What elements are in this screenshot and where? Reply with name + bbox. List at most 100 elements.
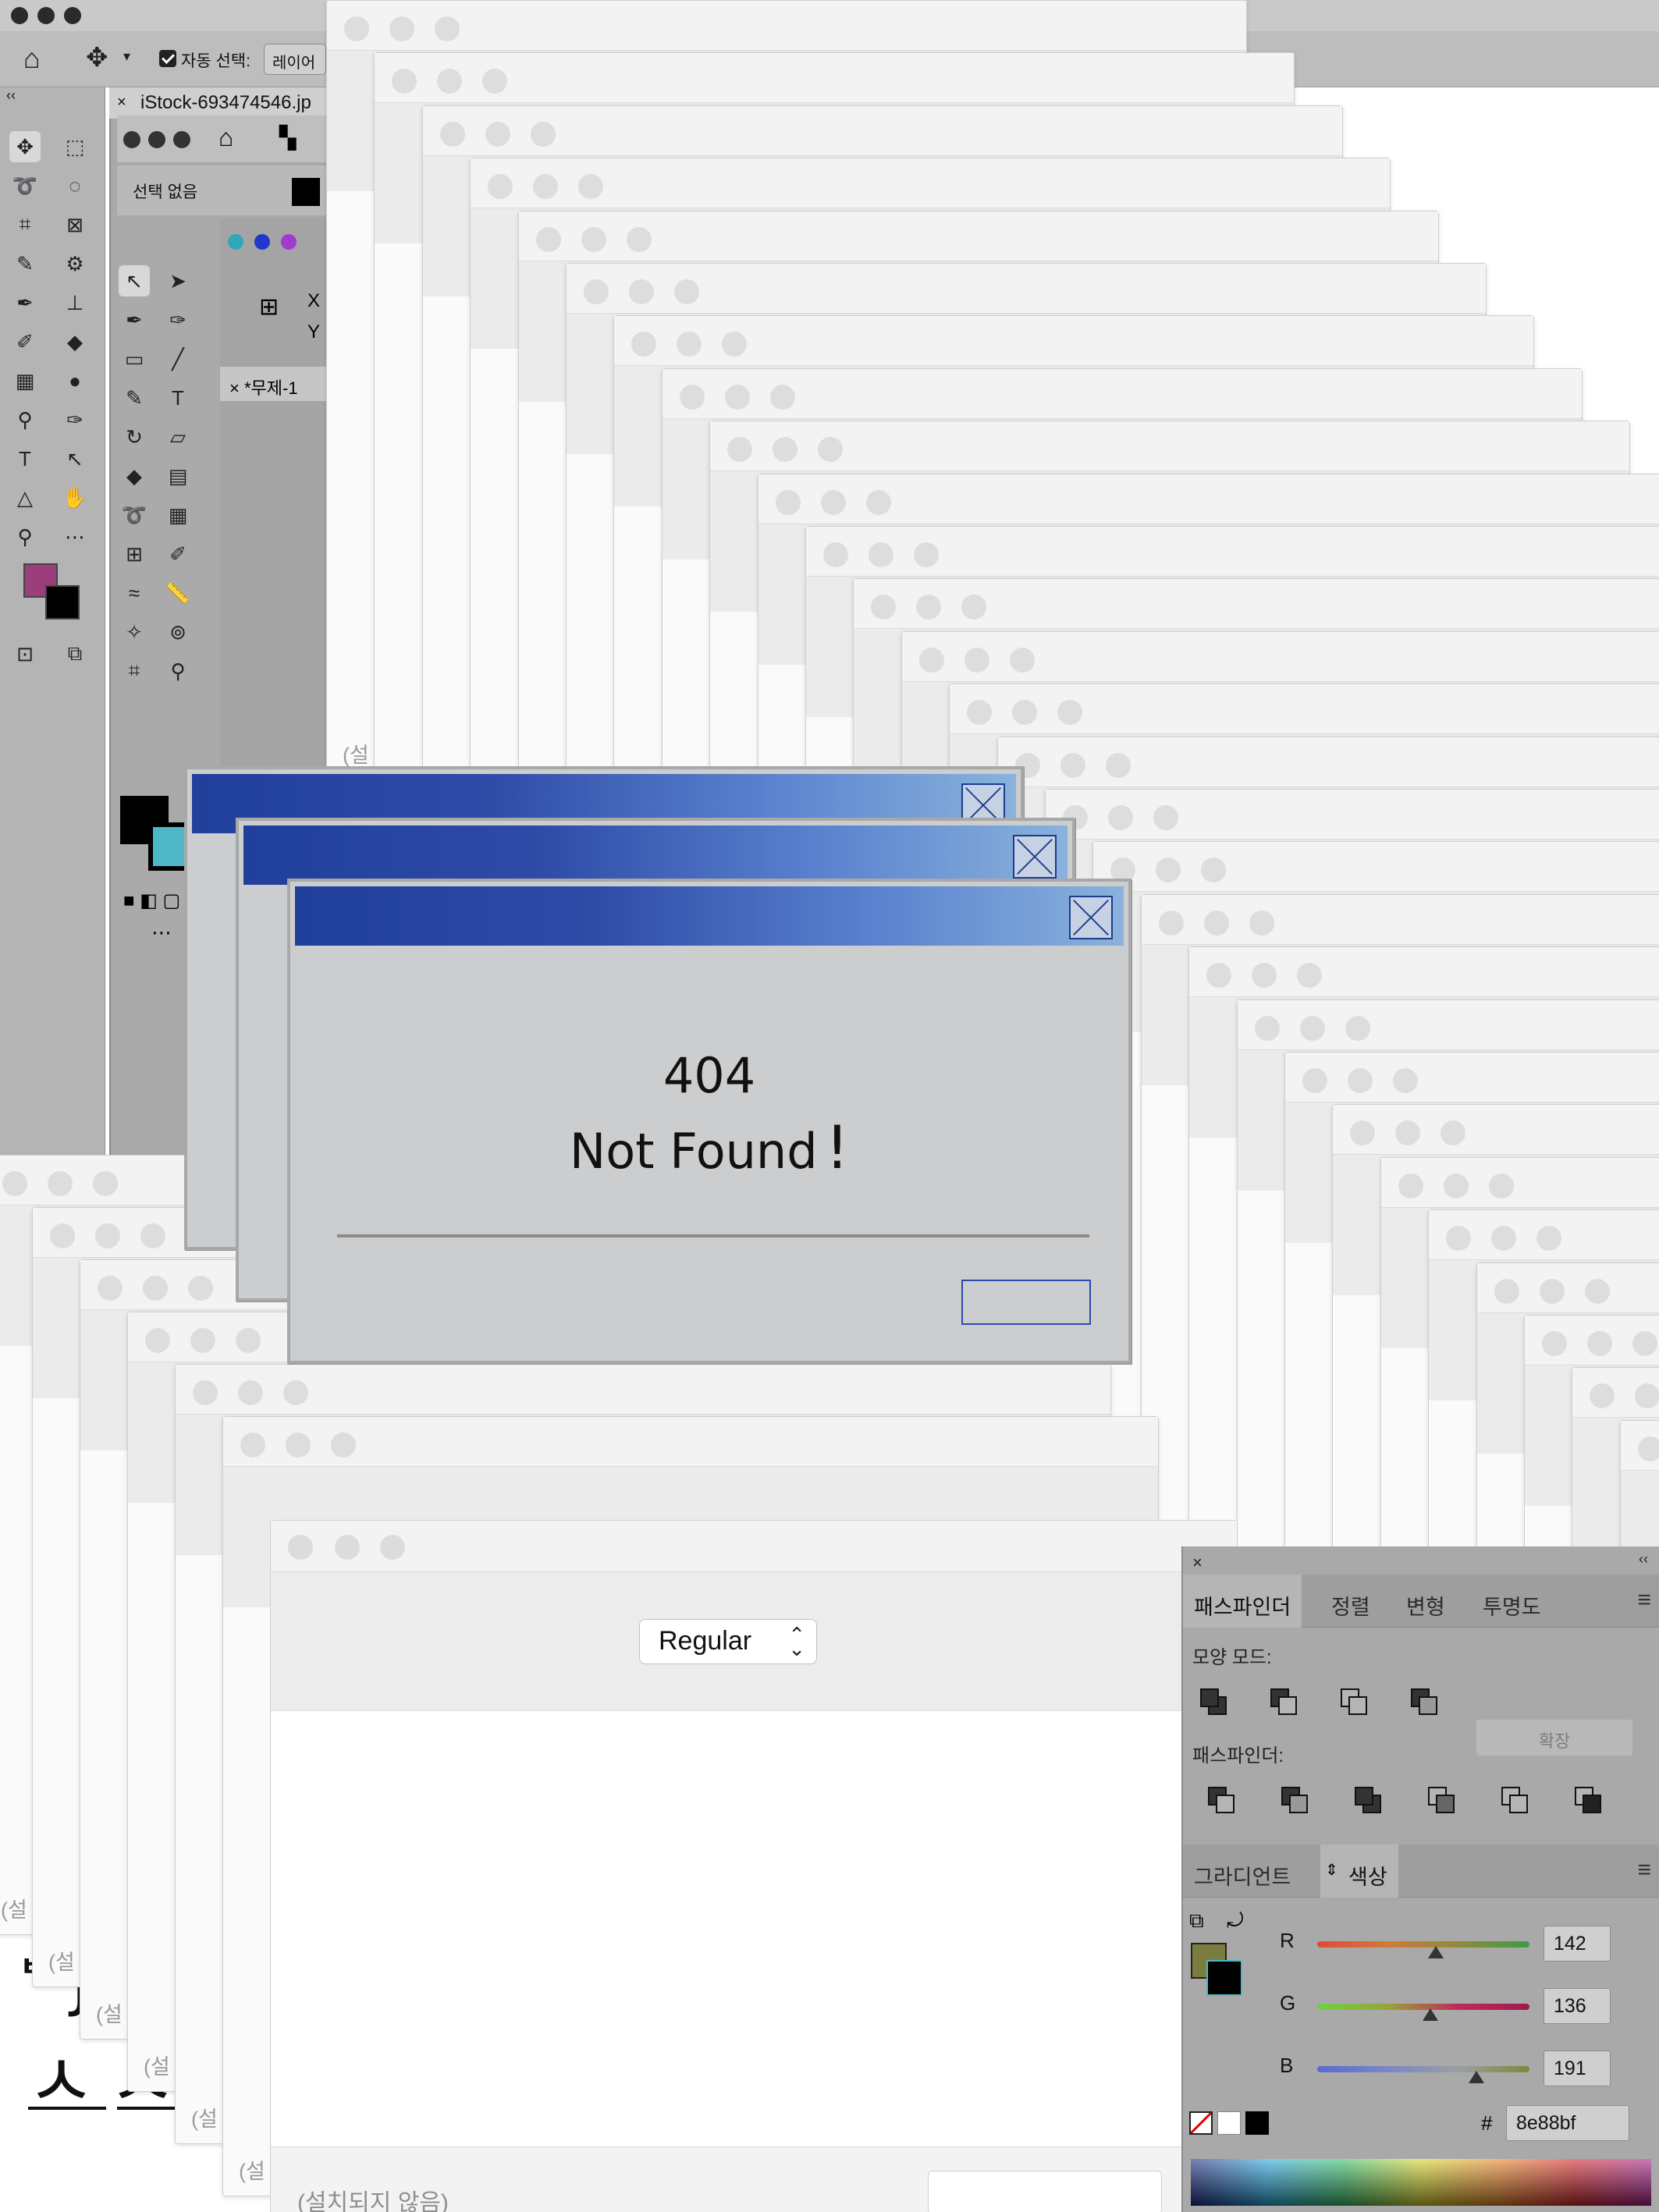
more-tools-icon[interactable]: ⋯ xyxy=(59,521,91,552)
zoom-button[interactable] xyxy=(283,1380,308,1405)
minimize-button[interactable] xyxy=(820,489,846,515)
zoom-button[interactable] xyxy=(530,121,556,147)
more-tools-icon[interactable]: ⋯ xyxy=(151,921,172,945)
close-icon[interactable]: × xyxy=(117,94,126,112)
zoom-button[interactable] xyxy=(865,489,891,515)
quick-select-icon[interactable]: ◌ xyxy=(59,170,91,201)
minimize-button[interactable] xyxy=(143,1276,168,1301)
zoom-button[interactable] xyxy=(1057,700,1083,726)
minimize-button[interactable] xyxy=(916,595,942,620)
minimize-button[interactable] xyxy=(238,1380,263,1405)
zoom-button[interactable] xyxy=(1345,1015,1370,1041)
close-button[interactable] xyxy=(535,226,561,252)
zoom-button[interactable] xyxy=(1632,1331,1657,1356)
zoom-button[interactable] xyxy=(1105,752,1131,778)
workspace-icon[interactable]: ▚ xyxy=(279,125,297,151)
zoom-button[interactable] xyxy=(93,1171,118,1196)
tab-gradient[interactable]: 그라디언트 xyxy=(1183,1845,1302,1898)
blur-tool-icon[interactable]: ● xyxy=(59,365,91,396)
zoom-button[interactable] xyxy=(1297,963,1323,989)
eyedropper-icon[interactable]: ✎ xyxy=(9,248,41,279)
panel-menu-icon[interactable]: ≡ xyxy=(1637,1587,1651,1614)
lasso-tool-icon[interactable]: ➰ xyxy=(9,170,41,201)
zoom-button[interactable] xyxy=(1488,1173,1514,1198)
minimize-button[interactable] xyxy=(95,1223,120,1248)
channel-value-g[interactable]: 136 xyxy=(1544,1988,1611,2024)
close-button[interactable] xyxy=(1158,910,1184,936)
close-button[interactable] xyxy=(1254,1015,1280,1041)
layer-select[interactable]: 레이어 xyxy=(264,44,326,75)
channel-value-r[interactable]: 142 xyxy=(1544,1926,1611,1962)
teal-dot[interactable] xyxy=(228,234,243,250)
minimize-button[interactable] xyxy=(1156,857,1181,883)
minimize-button[interactable] xyxy=(1012,700,1038,726)
minimize-button[interactable] xyxy=(389,16,414,41)
slider-knob[interactable] xyxy=(1427,1946,1444,1958)
minimize-button[interactable] xyxy=(286,1433,311,1458)
none-swatch[interactable] xyxy=(1189,2111,1213,2135)
crop-tool-icon[interactable]: ⌗ xyxy=(9,209,41,240)
fill-swatch[interactable] xyxy=(292,178,320,206)
pen-tool-icon[interactable]: ✑ xyxy=(59,404,91,435)
minimize-button[interactable] xyxy=(1443,1173,1469,1198)
close-dot[interactable] xyxy=(123,131,140,148)
type-tool-icon[interactable]: T xyxy=(162,382,194,414)
minimize-button[interactable] xyxy=(724,384,750,410)
channel-slider-b[interactable] xyxy=(1317,2066,1529,2072)
channel-value-b[interactable]: 191 xyxy=(1544,2050,1611,2086)
minimize-button[interactable] xyxy=(773,437,798,463)
close-button[interactable] xyxy=(1302,1068,1327,1093)
measure-tool-icon[interactable]: 📏 xyxy=(162,577,194,609)
close-button[interactable] xyxy=(1446,1226,1472,1252)
close-dot[interactable] xyxy=(11,7,28,24)
minimize-button[interactable] xyxy=(1348,1068,1373,1093)
home-icon[interactable]: ⌂ xyxy=(23,42,41,75)
paintbrush-icon[interactable]: ✎ xyxy=(119,382,150,414)
frame-tool-icon[interactable]: ⊠ xyxy=(59,209,91,240)
zoom-button[interactable] xyxy=(674,279,699,304)
minimize-button[interactable] xyxy=(48,1171,73,1196)
font-style-select[interactable]: Regular ⌃ ⌄ xyxy=(639,1619,817,1664)
eraser-tool-icon[interactable]: ◆ xyxy=(119,460,150,492)
close-button[interactable] xyxy=(488,174,513,200)
zoom-button[interactable] xyxy=(236,1328,261,1353)
minimize-button[interactable] xyxy=(1203,910,1229,936)
zoom-button[interactable] xyxy=(188,1276,213,1301)
trim-icon[interactable] xyxy=(1280,1785,1309,1815)
shape-tool-icon[interactable]: △ xyxy=(9,482,41,513)
reference-point-icon[interactable]: ⊞ xyxy=(259,293,279,321)
warp-tool-icon[interactable]: ≈ xyxy=(119,577,150,609)
minimize-button[interactable] xyxy=(1587,1331,1612,1356)
black-swatch[interactable] xyxy=(1245,2111,1269,2135)
zoom-button[interactable] xyxy=(1441,1120,1466,1146)
shear-tool-icon[interactable]: ▱ xyxy=(162,421,194,453)
minus-back-icon[interactable] xyxy=(1573,1785,1603,1815)
zoom-button[interactable] xyxy=(1393,1068,1418,1093)
blend-tool-icon[interactable]: ⊚ xyxy=(162,616,194,648)
screen-mode-icon[interactable]: ⧉ xyxy=(59,638,91,669)
zoom-button[interactable] xyxy=(961,595,987,620)
unite-icon[interactable] xyxy=(1199,1687,1228,1717)
expand-button[interactable]: 확장 xyxy=(1476,1720,1632,1756)
minimize-button[interactable] xyxy=(437,69,463,94)
minimize-button[interactable] xyxy=(1635,1383,1659,1409)
move-tool-icon[interactable]: ✥ xyxy=(86,42,108,73)
hex-input[interactable]: 8e88bf xyxy=(1506,2105,1629,2141)
gradient-tool-icon[interactable]: ▦ xyxy=(162,499,194,531)
tab-pathfinder[interactable]: 패스파인더 xyxy=(1183,1575,1302,1628)
minimize-button[interactable] xyxy=(869,542,893,567)
close-icon[interactable]: × xyxy=(1192,1553,1203,1573)
minimize-button[interactable] xyxy=(1252,963,1277,989)
close-button[interactable] xyxy=(288,1535,313,1560)
close-button[interactable] xyxy=(775,489,801,515)
graph-tool-icon[interactable]: ▤ xyxy=(162,460,194,492)
close-button[interactable] xyxy=(1590,1383,1615,1409)
selection-tool-icon[interactable]: ↖ xyxy=(119,265,150,296)
puppet-warp-icon[interactable]: ✧ xyxy=(119,616,150,648)
close-button[interactable] xyxy=(344,16,369,41)
eraser-tool-icon[interactable]: ◆ xyxy=(59,326,91,357)
minimize-button[interactable] xyxy=(190,1328,215,1353)
zoom-button[interactable] xyxy=(626,226,652,252)
intersect-icon[interactable] xyxy=(1339,1687,1369,1717)
zoom-button[interactable] xyxy=(380,1535,405,1560)
